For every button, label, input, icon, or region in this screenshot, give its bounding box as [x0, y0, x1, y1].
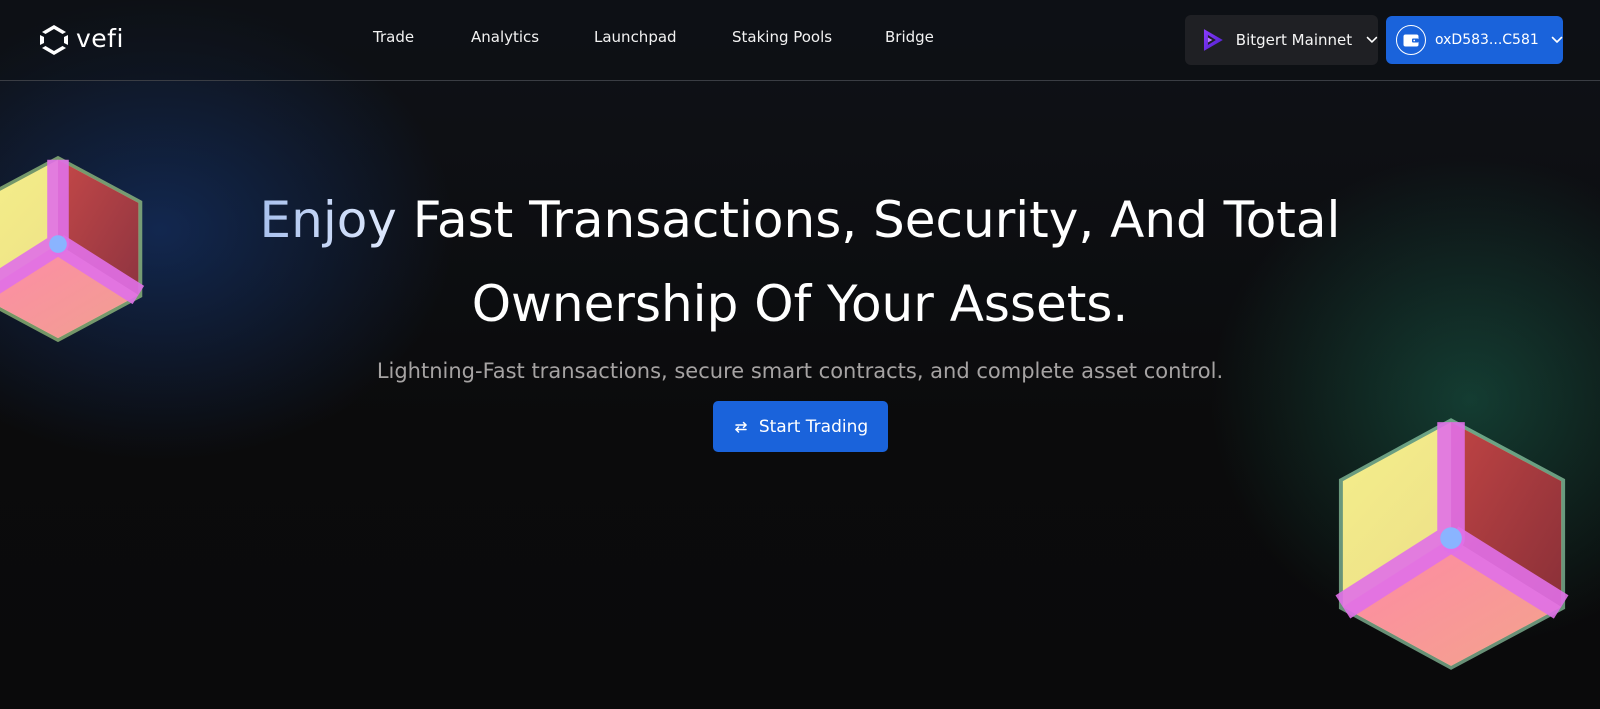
- brand-name: vefi: [76, 23, 124, 53]
- wallet-icon: [1403, 34, 1419, 46]
- nav-analytics[interactable]: Analytics: [471, 28, 539, 46]
- hero-subtitle: Lightning-Fast transactions, secure smar…: [376, 359, 1224, 383]
- nav-trade[interactable]: Trade: [373, 28, 414, 46]
- top-navbar: vefi Trade Analytics Launchpad Staking P…: [0, 0, 1600, 81]
- network-label: Bitgert Mainnet: [1235, 31, 1353, 49]
- decorative-cube-left: [0, 155, 145, 343]
- wallet-address: oxD583...C581: [1435, 32, 1539, 48]
- chevron-down-icon: [1551, 36, 1563, 43]
- hero-headline: Enjoy Fast Transactions, Security, And T…: [200, 178, 1400, 346]
- hero-headline-line-1-rest: Fast Transactions, Security, And Total: [412, 191, 1341, 249]
- nav-launchpad[interactable]: Launchpad: [594, 28, 677, 46]
- vefi-logo-icon: [40, 25, 68, 55]
- bitgert-logo-icon: [1203, 29, 1223, 51]
- decorative-cube-right: [1335, 418, 1569, 670]
- start-trading-button[interactable]: Start Trading: [713, 401, 888, 452]
- network-selector-button[interactable]: Bitgert Mainnet: [1185, 15, 1378, 65]
- nav-bridge[interactable]: Bridge: [885, 28, 934, 46]
- start-trading-label: Start Trading: [758, 416, 869, 437]
- wallet-avatar: [1396, 25, 1426, 55]
- nav-staking-pools[interactable]: Staking Pools: [732, 28, 832, 46]
- wallet-account-button[interactable]: oxD583...C581: [1386, 16, 1563, 64]
- brand-logo[interactable]: vefi: [38, 24, 124, 56]
- hero-headline-line-2: Ownership Of Your Assets.: [471, 275, 1129, 333]
- swap-arrows-icon: [735, 421, 747, 433]
- hero-headline-highlight: Enjoy: [259, 191, 413, 249]
- hero-headline-line-1: Enjoy Fast Transactions, Security, And T…: [200, 178, 1400, 262]
- chevron-down-icon: [1366, 36, 1378, 43]
